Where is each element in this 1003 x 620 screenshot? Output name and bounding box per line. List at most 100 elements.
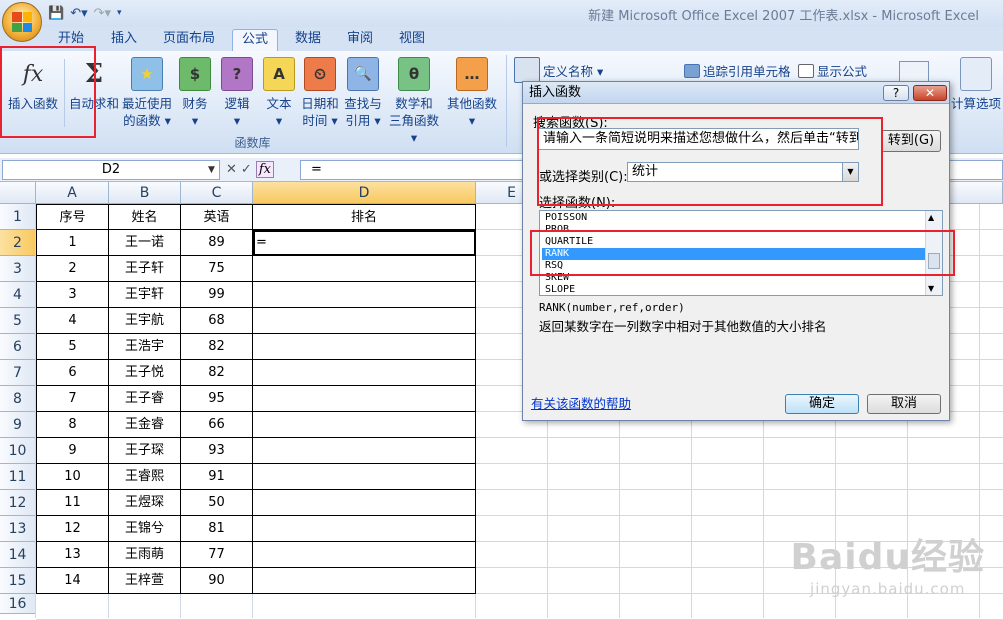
function-list[interactable]: POISSON PROB QUARTILE RANK RSQ SKEW SLOP… [539, 210, 943, 296]
table-cell[interactable]: 81 [181, 516, 253, 542]
list-item[interactable]: PROB [542, 224, 926, 236]
table-cell[interactable] [253, 542, 476, 568]
table-cell[interactable]: 89 [181, 230, 253, 256]
chevron-down-icon[interactable]: ▼ [842, 163, 858, 181]
tab-formulas[interactable]: 公式 [232, 29, 278, 51]
table-cell[interactable]: 93 [181, 438, 253, 464]
table-cell[interactable]: 10 [36, 464, 109, 490]
table-cell[interactable] [253, 412, 476, 438]
table-cell[interactable]: 王梓萱 [109, 568, 181, 594]
undo-icon[interactable]: ↶▾ [70, 6, 87, 21]
table-cell[interactable] [253, 464, 476, 490]
table-cell[interactable]: 7 [36, 386, 109, 412]
table-cell[interactable]: 王雨萌 [109, 542, 181, 568]
table-cell[interactable]: 王睿熙 [109, 464, 181, 490]
category-select[interactable]: 统计 ▼ [627, 162, 859, 182]
save-icon[interactable]: 💾 [48, 6, 64, 21]
row-header[interactable]: 16 [0, 594, 36, 614]
scroll-up-icon[interactable]: ▲ [928, 213, 934, 222]
list-item[interactable]: POISSON [542, 212, 926, 224]
lookup-reference-button[interactable]: 🔍 查找与 引用 ▾ [340, 57, 386, 129]
office-button[interactable] [2, 2, 42, 42]
header-cell[interactable]: 序号 [36, 204, 109, 230]
tab-view[interactable]: 视图 [392, 29, 432, 51]
table-cell[interactable] [253, 334, 476, 360]
insert-function-button[interactable]: fx 插入函数 [4, 57, 62, 112]
redo-icon[interactable]: ↷▾ [94, 6, 111, 21]
dialog-close-button[interactable]: ✕ [913, 85, 947, 101]
table-cell[interactable]: 12 [36, 516, 109, 542]
table-cell[interactable]: 王宇航 [109, 308, 181, 334]
list-item[interactable]: QUARTILE [542, 236, 926, 248]
insert-function-fx-icon[interactable]: fx [255, 161, 274, 178]
table-cell[interactable]: 王子睿 [109, 386, 181, 412]
row-header[interactable]: 11 [0, 464, 36, 490]
table-cell[interactable]: 82 [181, 360, 253, 386]
logical-button[interactable]: ? 逻辑 ▾ [218, 57, 256, 129]
table-cell[interactable]: 13 [36, 542, 109, 568]
table-cell[interactable]: 3 [36, 282, 109, 308]
financial-button[interactable]: $ 财务 ▾ [176, 57, 214, 129]
row-header[interactable]: 4 [0, 282, 36, 308]
table-cell[interactable] [253, 438, 476, 464]
table-cell[interactable]: 11 [36, 490, 109, 516]
row-header[interactable]: 14 [0, 542, 36, 568]
header-cell[interactable]: 排名 [253, 204, 476, 230]
header-cell[interactable]: 英语 [181, 204, 253, 230]
table-cell[interactable]: 66 [181, 412, 253, 438]
table-cell[interactable]: 4 [36, 308, 109, 334]
row-header[interactable]: 12 [0, 490, 36, 516]
function-list-scrollbar[interactable]: ▲ ▼ [925, 211, 942, 295]
scroll-down-icon[interactable]: ▼ [928, 284, 934, 293]
table-cell[interactable]: 91 [181, 464, 253, 490]
column-header-c[interactable]: C [181, 182, 253, 204]
header-cell[interactable]: 姓名 [109, 204, 181, 230]
table-cell[interactable]: 14 [36, 568, 109, 594]
table-cell[interactable]: 王子琛 [109, 438, 181, 464]
table-cell[interactable] [253, 386, 476, 412]
table-cell[interactable]: 王子轩 [109, 256, 181, 282]
table-cell[interactable]: 王锦兮 [109, 516, 181, 542]
list-item[interactable]: SKEW [542, 272, 926, 284]
trace-precedents-button[interactable]: 追踪引用单元格 [684, 61, 791, 80]
table-cell[interactable] [253, 282, 476, 308]
table-cell[interactable] [253, 360, 476, 386]
table-cell[interactable]: 王浩宇 [109, 334, 181, 360]
ok-button[interactable]: 确定 [785, 394, 859, 414]
row-header[interactable]: 3 [0, 256, 36, 282]
column-header-b[interactable]: B [109, 182, 181, 204]
row-header[interactable]: 7 [0, 360, 36, 386]
tab-insert[interactable]: 插入 [104, 29, 144, 51]
table-cell[interactable] [253, 516, 476, 542]
table-cell[interactable]: 王宇轩 [109, 282, 181, 308]
search-function-input[interactable]: 请输入一条简短说明来描述您想做什么，然后单击“转到” [537, 128, 859, 150]
table-cell[interactable]: 王一诺 [109, 230, 181, 256]
recently-used-button[interactable]: ★ 最近使用 的函数 ▾ [120, 57, 174, 129]
row-header[interactable]: 13 [0, 516, 36, 542]
row-header[interactable]: 9 [0, 412, 36, 438]
table-cell[interactable] [253, 308, 476, 334]
math-trig-button[interactable]: θ 数学和 三角函数 ▾ [384, 57, 444, 146]
cancel-entry-icon[interactable]: ✕ [226, 162, 237, 177]
table-cell[interactable]: 6 [36, 360, 109, 386]
tab-home[interactable]: 开始 [50, 29, 92, 51]
name-box-dropdown-icon[interactable]: ▼ [208, 160, 215, 180]
table-cell[interactable]: 王煜琛 [109, 490, 181, 516]
table-cell[interactable]: 王子悦 [109, 360, 181, 386]
list-item[interactable]: RSQ [542, 260, 926, 272]
scroll-thumb[interactable] [928, 253, 940, 269]
table-cell[interactable]: 8 [36, 412, 109, 438]
list-item-selected[interactable]: RANK [542, 248, 926, 260]
row-header[interactable]: 15 [0, 568, 36, 594]
cancel-button[interactable]: 取消 [867, 394, 941, 414]
enter-icon[interactable]: ✓ [241, 162, 252, 177]
row-header[interactable]: 8 [0, 386, 36, 412]
table-cell[interactable]: 9 [36, 438, 109, 464]
table-cell[interactable]: 王金睿 [109, 412, 181, 438]
customize-qat-icon[interactable]: ▾ [117, 8, 122, 18]
table-cell[interactable] [253, 490, 476, 516]
table-cell[interactable]: 90 [181, 568, 253, 594]
text-button[interactable]: A 文本 ▾ [260, 57, 298, 129]
table-cell[interactable]: 68 [181, 308, 253, 334]
row-header[interactable]: 5 [0, 308, 36, 334]
